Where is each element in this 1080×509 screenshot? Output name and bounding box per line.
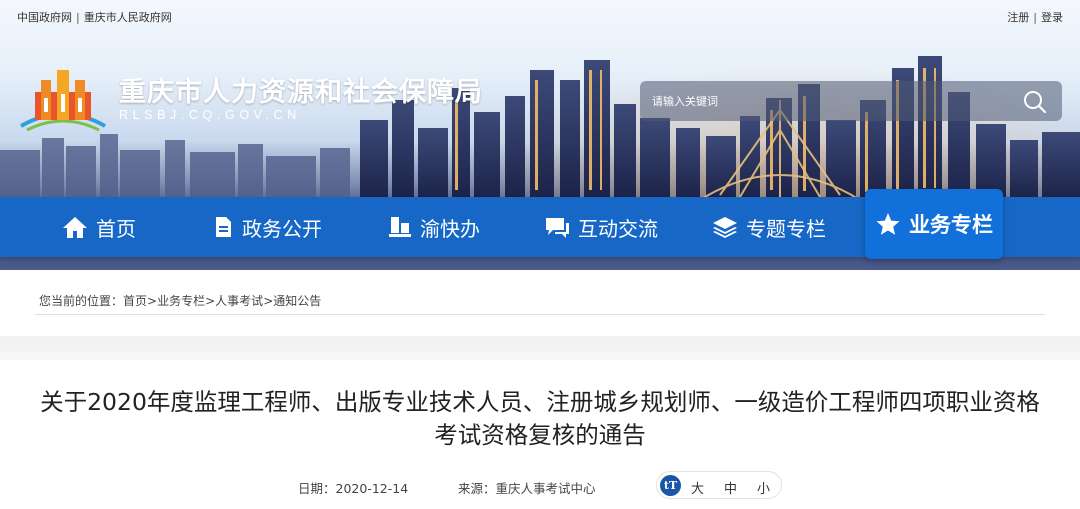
font-size-switcher: tT 大 中 小 xyxy=(656,471,782,499)
nav-label: 渝快办 xyxy=(420,216,480,241)
external-links: 中国政府网 | 重庆市人民政府网 xyxy=(17,9,172,25)
nav-label: 首页 xyxy=(96,216,136,241)
breadcrumb-notice[interactable]: 通知公告 xyxy=(273,294,321,308)
breadcrumb-area: 您当前的位置：首页>业务专栏>人事考试>通知公告 xyxy=(0,270,1080,336)
nav-item-interaction[interactable]: 互动交流 xyxy=(544,197,658,257)
font-size-small[interactable]: 小 xyxy=(757,478,770,497)
gov-cn-link[interactable]: 中国政府网 xyxy=(17,11,72,24)
breadcrumb-business[interactable]: 业务专栏 xyxy=(157,294,205,308)
breadcrumb-divider xyxy=(35,314,1045,315)
account-links: 注册 | 登录 xyxy=(1007,9,1063,25)
emblem-icon xyxy=(20,70,106,132)
chat-icon xyxy=(546,218,569,238)
font-size-medium[interactable]: 中 xyxy=(724,478,737,497)
home-icon xyxy=(63,217,87,238)
breadcrumb-personnel-exam[interactable]: 人事考试 xyxy=(215,294,263,308)
nav-label: 专题专栏 xyxy=(746,216,826,241)
breadcrumb: 您当前的位置：首页>业务专栏>人事考试>通知公告 xyxy=(39,292,321,309)
search-box xyxy=(640,81,1062,121)
layers-icon xyxy=(713,217,737,238)
source-value: 重庆人事考试中心 xyxy=(495,481,596,496)
site-domain: RLSBJ.CQ.GOV.CN xyxy=(119,108,301,122)
breadcrumb-home[interactable]: 首页 xyxy=(123,294,147,308)
breadcrumb-separator: > xyxy=(205,294,216,308)
breadcrumb-separator: > xyxy=(147,294,158,308)
desk-icon xyxy=(389,217,411,237)
nav-label: 业务专栏 xyxy=(909,213,993,237)
nav-label: 互动交流 xyxy=(578,216,658,241)
article-date: 日期：2020-12-14 xyxy=(298,478,408,497)
search-icon[interactable] xyxy=(1022,89,1048,115)
register-link[interactable]: 注册 xyxy=(1007,11,1029,24)
search-input[interactable] xyxy=(652,81,1012,121)
site-title: 重庆市人力资源和社会保障局 xyxy=(119,77,483,108)
nav-item-special-topics[interactable]: 专题专栏 xyxy=(712,197,826,257)
top-bar: 中国政府网 | 重庆市人民政府网 注册 | 登录 xyxy=(0,0,1080,32)
star-icon xyxy=(876,213,900,235)
cq-gov-link[interactable]: 重庆市人民政府网 xyxy=(84,11,172,24)
nav-item-business[interactable]: 业务专栏 xyxy=(865,189,1003,259)
link-separator: | xyxy=(76,11,80,24)
article-source: 来源：重庆人事考试中心 xyxy=(458,478,596,497)
nav-item-gov-affairs[interactable]: 政务公开 xyxy=(212,197,322,257)
font-size-icon: tT xyxy=(660,475,681,496)
date-value: 2020-12-14 xyxy=(335,481,409,496)
main-nav: 首页 政务公开 渝快办 互动交流 专题专栏 业务专栏 xyxy=(0,189,1080,259)
nav-item-yukuaiban[interactable]: 渝快办 xyxy=(388,197,480,257)
source-label: 来源： xyxy=(458,481,496,496)
section-divider-band xyxy=(0,336,1080,360)
date-label: 日期： xyxy=(298,481,336,496)
article-title: 关于2020年度监理工程师、出版专业技术人员、注册城乡规划师、一级造价工程师四项… xyxy=(40,388,1040,449)
font-size-large[interactable]: 大 xyxy=(691,478,704,497)
breadcrumb-separator: > xyxy=(263,294,274,308)
login-link[interactable]: 登录 xyxy=(1041,11,1063,24)
nav-label: 政务公开 xyxy=(242,216,322,241)
breadcrumb-prefix: 您当前的位置： xyxy=(39,294,124,308)
nav-item-home[interactable]: 首页 xyxy=(62,197,136,257)
document-icon xyxy=(216,217,231,237)
link-separator: | xyxy=(1033,11,1037,24)
